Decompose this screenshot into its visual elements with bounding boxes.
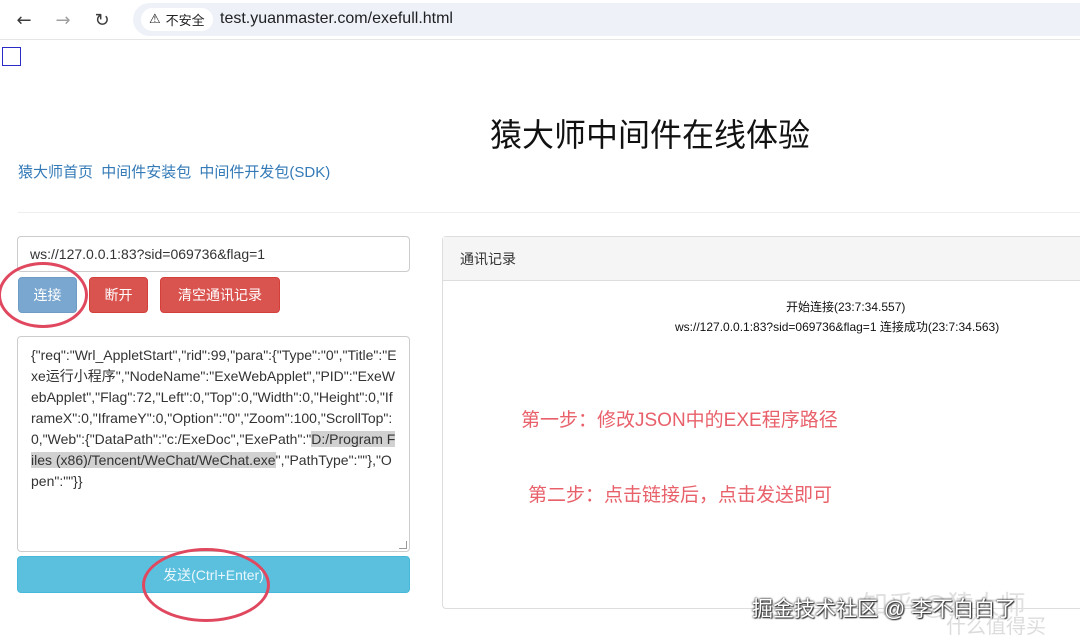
resize-handle[interactable] [399, 541, 407, 549]
divider [18, 212, 1080, 213]
address-bar[interactable]: ⚠ 不安全 test.yuanmaster.com/exefull.html [133, 3, 1080, 36]
link-installer[interactable]: 中间件安装包 [101, 164, 191, 181]
annotation-step-2: 第二步：点击链接后，点击发送即可 [528, 485, 833, 506]
link-home[interactable]: 猿大师首页 [18, 164, 93, 181]
page-title: 猿大师中间件在线体验 [489, 117, 810, 153]
annotation-circle-send [142, 548, 270, 622]
security-indicator[interactable]: ⚠ 不安全 [141, 8, 213, 31]
warning-triangle-icon: ⚠ [149, 12, 161, 27]
log-line: 开始连接(23:7:34.557) [786, 300, 906, 314]
reload-icon[interactable]: ↻ [89, 7, 115, 33]
security-label: 不安全 [165, 13, 205, 28]
disconnect-button[interactable]: 断开 [89, 277, 148, 313]
clear-log-button[interactable]: 清空通讯记录 [160, 277, 280, 313]
log-panel: 通讯记录 开始连接(23:7:34.557) ws://127.0.0.1:83… [442, 236, 1080, 609]
url-text[interactable]: test.yuanmaster.com/exefull.html [220, 10, 453, 28]
websocket-url-input[interactable] [17, 236, 410, 272]
log-panel-heading: 通讯记录 [443, 237, 1080, 281]
annotation-circle-connect [0, 262, 88, 328]
empty-frame-box [2, 47, 21, 66]
request-json-textarea[interactable]: {"req":"Wrl_AppletStart","rid":99,"para"… [17, 336, 410, 552]
annotation-step-1: 第一步：修改JSON中的EXE程序路径 [521, 410, 838, 431]
arrow-right-icon[interactable]: → [50, 7, 76, 33]
log-line: ws://127.0.0.1:83?sid=069736&flag=1 连接成功… [675, 320, 1000, 334]
browser-toolbar: ← → ↻ ⚠ 不安全 test.yuanmaster.com/exefull.… [0, 0, 1080, 40]
arrow-left-icon[interactable]: ← [11, 7, 37, 33]
watermark-smzdm: 什么值得买 [946, 616, 1046, 638]
top-links: 猿大师首页 中间件安装包 中间件开发包(SDK) [18, 161, 334, 182]
link-sdk[interactable]: 中间件开发包(SDK) [199, 164, 330, 181]
